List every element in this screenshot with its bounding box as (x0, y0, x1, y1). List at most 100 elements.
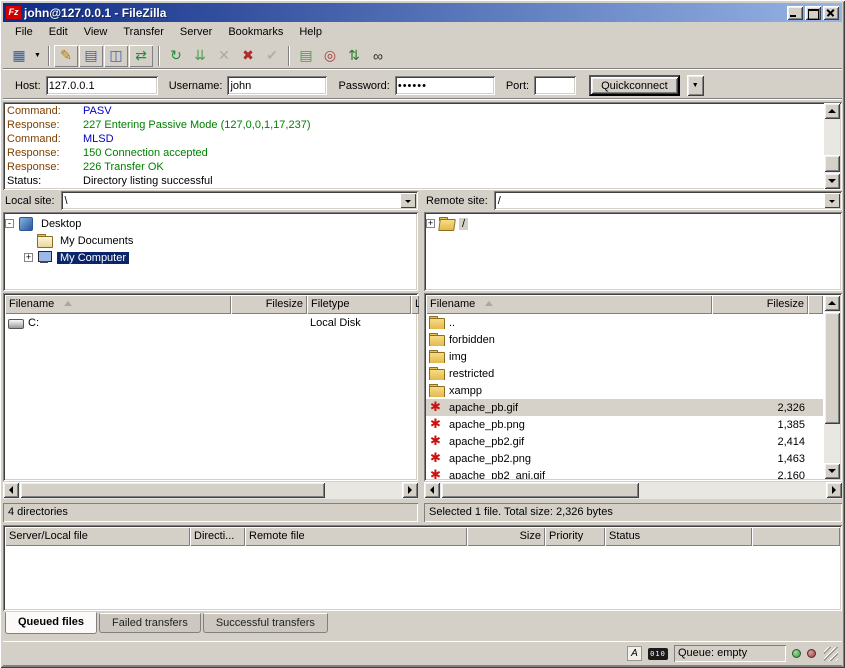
drive-icon (8, 316, 24, 329)
process-queue-button[interactable]: ⇊ (188, 45, 212, 67)
file-row[interactable]: apache_pb.gif 2,326 (426, 399, 823, 416)
maximize-button[interactable] (805, 6, 821, 20)
remote-list-rows: .. forbidden img restricted (426, 314, 823, 479)
local-status-text: 4 directories (3, 503, 418, 522)
find-files-button[interactable]: ∞ (366, 45, 390, 67)
file-icon (429, 452, 445, 465)
reconnect-button[interactable]: ✔ (260, 45, 284, 67)
scroll-up-icon[interactable] (824, 103, 840, 119)
menu-item[interactable]: View (76, 24, 116, 41)
password-input[interactable] (395, 76, 495, 95)
queue-column-header[interactable]: Server/Local file (5, 527, 190, 546)
file-row[interactable]: apache_pb.png 1,385 (426, 416, 823, 433)
directory-comparison-button[interactable]: ◎ (318, 45, 342, 67)
remote-vertical-scrollbar[interactable] (824, 295, 840, 479)
queue-column-header[interactable]: Directi... (190, 527, 245, 546)
column-header-lastmodified[interactable]: L (411, 295, 419, 314)
local-site-combobox[interactable]: \ (61, 191, 418, 210)
queue-tab[interactable]: Successful transfers (203, 613, 328, 633)
refresh-button[interactable]: ↻ (164, 45, 188, 67)
quickconnect-dropdown-icon[interactable]: ▼ (687, 75, 704, 96)
menu-item[interactable]: Edit (41, 24, 76, 41)
menu-item[interactable]: Transfer (115, 24, 172, 41)
scroll-left-icon[interactable] (424, 482, 440, 498)
queue-tab[interactable]: Failed transfers (99, 613, 201, 633)
file-row[interactable]: restricted (426, 365, 823, 382)
scroll-up-icon[interactable] (824, 295, 840, 311)
tree-expander-icon[interactable]: + (426, 219, 435, 228)
scroll-left-icon[interactable] (3, 482, 19, 498)
scroll-down-icon[interactable] (824, 463, 840, 479)
log-line-text: 226 Transfer OK (83, 161, 164, 173)
resize-grip[interactable] (824, 647, 838, 661)
port-input[interactable] (534, 76, 576, 95)
tree-item[interactable]: My Documents (24, 232, 416, 249)
scroll-down-icon[interactable] (824, 173, 840, 189)
combo-dropdown-icon[interactable] (400, 193, 416, 208)
tree-item[interactable]: + / (426, 215, 840, 232)
log-scrollbar[interactable] (824, 103, 840, 189)
menu-item[interactable]: Bookmarks (220, 24, 291, 41)
scroll-thumb[interactable] (824, 312, 840, 424)
file-row[interactable]: xampp (426, 382, 823, 399)
username-input[interactable] (227, 76, 327, 95)
file-row[interactable]: forbidden (426, 331, 823, 348)
toggle-transfer-queue-button[interactable]: ⇄ (129, 45, 153, 67)
tree-expander-icon[interactable]: + (24, 253, 33, 262)
file-row[interactable]: apache_pb2_ani.gif 2,160 (426, 467, 823, 479)
disconnect-button[interactable]: ✖ (236, 45, 260, 67)
queue-column-header[interactable]: Remote file (245, 527, 467, 546)
filter-button[interactable]: ▤ (294, 45, 318, 67)
local-list-header: Filename Filesize Filetype L (5, 295, 416, 314)
file-row[interactable]: C: Local Disk (5, 314, 416, 331)
scroll-thumb[interactable] (441, 482, 639, 498)
log-line-text: PASV (83, 105, 112, 117)
remote-status-text: Selected 1 file. Total size: 2,326 bytes (424, 503, 842, 522)
tree-expander-icon[interactable]: - (5, 219, 14, 228)
queue-column-header[interactable]: Status (605, 527, 752, 546)
tree-item[interactable]: + My Computer (24, 249, 416, 266)
synchronized-browsing-button[interactable]: ⇅ (342, 45, 366, 67)
scroll-thumb[interactable] (20, 482, 325, 498)
file-row[interactable]: apache_pb2.gif 2,414 (426, 433, 823, 450)
column-header-filename[interactable]: Filename (5, 295, 231, 314)
column-header-filename[interactable]: Filename (426, 295, 712, 314)
scroll-right-icon[interactable] (402, 482, 418, 498)
scroll-right-icon[interactable] (826, 482, 842, 498)
menu-item[interactable]: Server (172, 24, 220, 41)
queue-column-header[interactable] (752, 527, 840, 546)
file-row[interactable]: img (426, 348, 823, 365)
toggle-local-treeview-button[interactable]: ▤ (79, 45, 103, 67)
queue-tab[interactable]: Queued files (5, 612, 97, 634)
cancel-operation-button[interactable]: ✕ (212, 45, 236, 67)
queue-column-header[interactable]: Priority (545, 527, 605, 546)
toggle-message-log-button[interactable]: ✎ (54, 45, 78, 67)
column-header-filetype[interactable]: Filetype (307, 295, 411, 314)
remote-horizontal-scrollbar[interactable] (424, 482, 842, 499)
column-header-filesize[interactable]: Filesize (712, 295, 808, 314)
remote-directory-tree: + / (424, 212, 842, 291)
remote-site-combobox[interactable]: / (494, 191, 842, 210)
column-header-filesize[interactable]: Filesize (231, 295, 307, 314)
queue-column-header[interactable]: Size (467, 527, 545, 546)
file-name: img (449, 351, 467, 363)
local-file-list: Filename Filesize Filetype L C: Local Di… (3, 293, 418, 481)
menu-item[interactable]: File (7, 24, 41, 41)
scroll-thumb[interactable] (824, 155, 840, 172)
combo-dropdown-icon[interactable] (824, 193, 840, 208)
toggle-remote-treeview-button[interactable]: ◫ (104, 45, 128, 67)
log-line-label: Response: (7, 160, 83, 174)
menu-item[interactable]: Help (291, 24, 330, 41)
site-manager-dropdown[interactable]: ▼ (31, 45, 44, 67)
quickconnect-button[interactable]: Quickconnect (589, 75, 680, 96)
local-horizontal-scrollbar[interactable] (3, 482, 418, 499)
site-manager-button[interactable]: ▦ (7, 45, 31, 67)
host-input[interactable] (46, 76, 158, 95)
tree-item-icon (439, 217, 455, 230)
file-row[interactable]: apache_pb2.png 1,463 (426, 450, 823, 467)
tree-item[interactable]: - Desktop (5, 215, 416, 232)
minimize-button[interactable] (787, 6, 803, 20)
file-row[interactable]: .. (426, 314, 823, 331)
close-button[interactable] (823, 6, 839, 20)
file-name: apache_pb2.png (449, 453, 531, 465)
